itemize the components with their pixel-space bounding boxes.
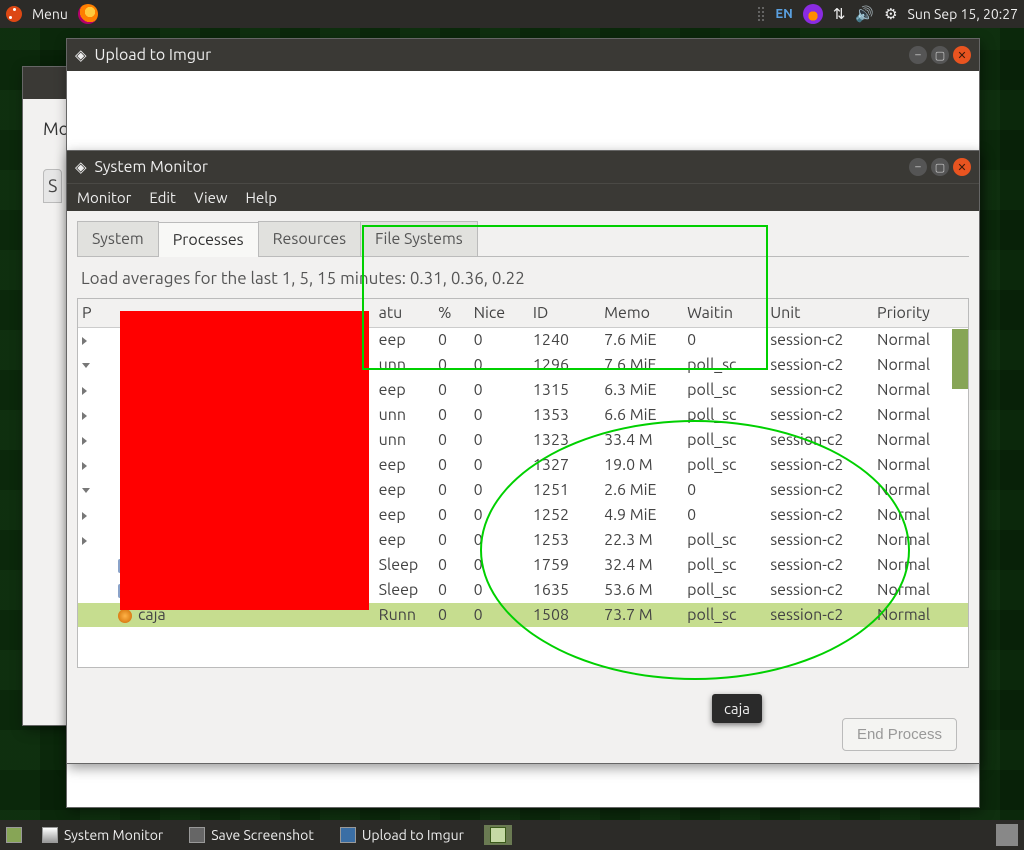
load-averages-label: Load averages for the last 1, 5, 15 minu… [77, 257, 969, 298]
background-window-tabstub[interactable]: S [43, 169, 62, 203]
window-app-icon: ◈ [75, 158, 87, 176]
col-waiting[interactable]: Waitin [683, 299, 766, 328]
window-app-icon: ◈ [75, 46, 87, 64]
bottom-panel: System Monitor Save Screenshot Upload to… [0, 820, 1024, 850]
network-icon[interactable]: ⇅ [833, 5, 846, 23]
minimize-button[interactable]: – [909, 46, 927, 64]
tab-resources[interactable]: Resources [258, 221, 361, 256]
taskbar-item-system-monitor[interactable]: System Monitor [36, 825, 169, 845]
col-nice[interactable]: Nice [470, 299, 529, 328]
menu-view[interactable]: View [194, 189, 228, 206]
taskbar-item-upload-imgur[interactable]: Upload to Imgur [334, 825, 470, 845]
sysmon-titlebar[interactable]: ◈ System Monitor – ▢ ✕ [67, 151, 979, 183]
col-cpu-pct[interactable]: % [434, 299, 470, 328]
maximize-button[interactable]: ▢ [931, 46, 949, 64]
close-button[interactable]: ✕ [953, 46, 971, 64]
screenshot-icon [189, 827, 205, 843]
end-process-button[interactable]: End Process [842, 718, 957, 751]
tooltip-caja: caja [712, 694, 762, 723]
show-desktop-icon[interactable] [6, 827, 22, 843]
maximize-button[interactable]: ▢ [931, 158, 949, 176]
taskbar-label: Save Screenshot [211, 827, 314, 843]
settings-gear-icon[interactable]: ⚙ [884, 5, 897, 23]
tab-processes[interactable]: Processes [158, 222, 259, 257]
imgur-window-title: Upload to Imgur [95, 46, 212, 64]
panel-grip-icon [757, 6, 765, 22]
sysmon-tabs: System Processes Resources File Systems [77, 221, 969, 257]
col-priority[interactable]: Priority [873, 299, 968, 328]
top-panel: Menu EN ⇅ 🔊 ⚙ Sun Sep 15, 20:27 [0, 0, 1024, 28]
app-indicator-icon[interactable] [803, 4, 823, 24]
col-unit[interactable]: Unit [766, 299, 873, 328]
imgur-icon [340, 827, 356, 843]
annotation-red-block [120, 311, 369, 610]
menu-monitor[interactable]: Monitor [77, 189, 131, 206]
clock[interactable]: Sun Sep 15, 20:27 [908, 6, 1018, 22]
taskbar-label: System Monitor [64, 827, 163, 843]
ubuntu-logo-icon[interactable] [6, 6, 22, 22]
menu-edit[interactable]: Edit [149, 189, 176, 206]
user-avatar-icon[interactable] [996, 824, 1018, 846]
sysmon-menubar: Monitor Edit View Help [67, 183, 979, 211]
col-id[interactable]: ID [529, 299, 600, 328]
taskbar-item-save-screenshot[interactable]: Save Screenshot [183, 825, 320, 845]
menu-help[interactable]: Help [246, 189, 277, 206]
tab-system[interactable]: System [77, 221, 159, 256]
imgur-titlebar[interactable]: ◈ Upload to Imgur – ▢ ✕ [67, 39, 979, 71]
col-memory[interactable]: Memo [600, 299, 683, 328]
taskbar-label: Upload to Imgur [362, 827, 464, 843]
col-status[interactable]: atu [375, 299, 434, 328]
workspace-icon [490, 827, 506, 843]
workspace-switcher[interactable] [484, 825, 512, 845]
menu-button[interactable]: Menu [32, 6, 68, 22]
sysmon-window-title: System Monitor [95, 158, 208, 176]
minimize-button[interactable]: – [909, 158, 927, 176]
volume-icon[interactable]: 🔊 [855, 5, 874, 23]
scrollbar-thumb[interactable] [952, 329, 968, 389]
keyboard-layout-indicator[interactable]: EN [775, 7, 792, 21]
system-monitor-icon [42, 827, 58, 843]
close-button[interactable]: ✕ [953, 158, 971, 176]
process-icon [118, 609, 132, 623]
firefox-icon[interactable] [78, 4, 98, 24]
tab-file-systems[interactable]: File Systems [360, 221, 478, 256]
